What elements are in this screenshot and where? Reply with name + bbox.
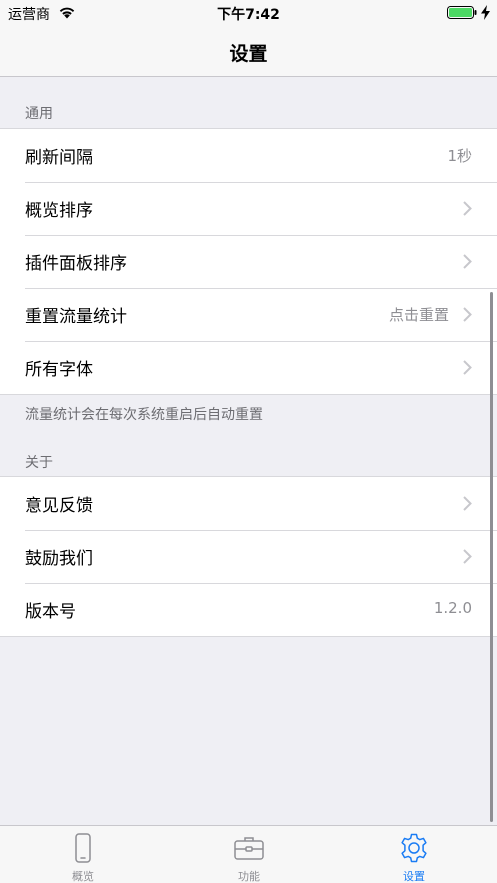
tab-bar: 概览 功能 设置 — [0, 825, 497, 883]
row-label: 意见反馈 — [25, 496, 93, 516]
status-time: 下午7:42 — [217, 7, 280, 23]
row-label: 插件面板排序 — [25, 254, 127, 274]
scroll-indicator[interactable] — [490, 292, 493, 822]
charging-icon — [481, 5, 490, 20]
tab-overview[interactable]: 概览 — [0, 826, 166, 883]
navigation-bar: 设置 — [0, 26, 497, 77]
row-all-fonts[interactable]: 所有字体 — [0, 341, 497, 394]
tab-label: 设置 — [403, 870, 425, 883]
row-label: 版本号 — [25, 602, 76, 622]
tab-settings[interactable]: 设置 — [331, 826, 497, 883]
row-reset-traffic[interactable]: 重置流量统计 点击重置 — [0, 288, 497, 341]
section-footer-general: 流量统计会在每次系统重启后自动重置 — [25, 407, 263, 423]
chevron-right-icon — [463, 307, 472, 322]
battery-icon — [447, 6, 477, 19]
page-title: 设置 — [229, 43, 268, 65]
chevron-right-icon — [463, 201, 472, 216]
settings-screen: 运营商 下午7:42 设置 通用 刷新间隔 1秒 概览排序 插件面板排序 重置流… — [0, 0, 497, 883]
chevron-right-icon — [463, 549, 472, 564]
tab-functions[interactable]: 功能 — [166, 826, 332, 883]
tab-label: 功能 — [238, 870, 260, 883]
row-value: 点击重置 — [388, 306, 449, 324]
chevron-right-icon — [463, 496, 472, 511]
gear-icon — [401, 833, 427, 863]
row-label: 刷新间隔 — [25, 148, 93, 168]
chevron-right-icon — [463, 360, 472, 375]
row-widget-order[interactable]: 插件面板排序 — [0, 235, 497, 288]
row-label: 鼓励我们 — [25, 549, 93, 569]
section-header-general: 通用 — [25, 106, 53, 122]
row-label: 概览排序 — [25, 201, 93, 221]
toolbox-icon — [234, 837, 264, 860]
row-value: 1秒 — [447, 147, 472, 165]
row-overview-order[interactable]: 概览排序 — [0, 182, 497, 235]
status-bar: 运营商 下午7:42 — [0, 0, 497, 26]
settings-group-about: 意见反馈 鼓励我们 版本号 1.2.0 — [0, 476, 497, 637]
phone-icon — [75, 833, 91, 863]
section-header-about: 关于 — [25, 455, 53, 471]
chevron-right-icon — [463, 254, 472, 269]
row-label: 重置流量统计 — [25, 307, 127, 327]
row-refresh-interval[interactable]: 刷新间隔 1秒 — [0, 129, 497, 182]
settings-group-general: 刷新间隔 1秒 概览排序 插件面板排序 重置流量统计 点击重置 所有字体 — [0, 128, 497, 395]
tab-label: 概览 — [72, 870, 94, 883]
version-value: 1.2.0 — [433, 599, 472, 617]
row-feedback[interactable]: 意见反馈 — [0, 477, 497, 530]
row-label: 所有字体 — [25, 360, 93, 380]
row-encourage-us[interactable]: 鼓励我们 — [0, 530, 497, 583]
row-version: 版本号 1.2.0 — [0, 583, 497, 636]
